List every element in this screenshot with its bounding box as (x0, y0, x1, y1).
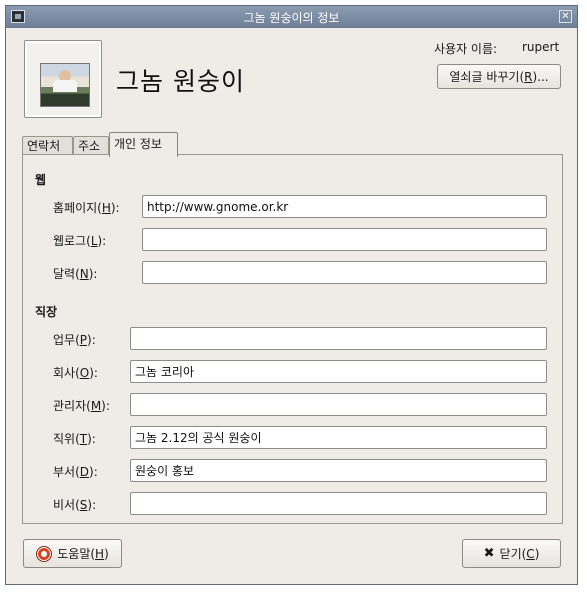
username-label: 사용자 이름: (434, 42, 498, 56)
change-password-button[interactable]: 열쇠글 바꾸기(R)... (437, 64, 561, 89)
titlebar: 그놈 원숭이의 정보 ✕ (6, 6, 577, 28)
calendar-label: 달력(N): (53, 267, 98, 281)
close-button[interactable]: ✖ 닫기(C) (462, 539, 561, 568)
manager-input[interactable] (130, 393, 547, 416)
username-value: rupert (522, 40, 560, 54)
close-button-label: 닫기(C) (499, 547, 540, 561)
photo-body (53, 80, 77, 92)
about-me-dialog: 그놈 원숭이의 정보 ✕ 그놈 원숭이 사용자 이름: rupert 열쇠글 바… (5, 5, 578, 585)
user-photo (40, 63, 90, 107)
department-label: 부서(D): (53, 465, 98, 479)
weblog-input[interactable] (142, 228, 547, 251)
profession-label: 업무(P): (53, 333, 96, 347)
tab-contact[interactable]: 연락처 (22, 136, 73, 156)
assistant-input[interactable] (130, 492, 547, 515)
personal-info-panel: 웹 홈페이지(H): 웹로그(L): 달력(N): 직장 업무(P): 회사(O… (22, 154, 563, 524)
help-button-label: 도움말(H) (57, 547, 109, 561)
department-input[interactable] (130, 459, 547, 482)
assistant-label: 비서(S): (53, 498, 97, 512)
window-title: 그놈 원숭이의 정보 (243, 11, 340, 25)
company-label: 회사(O): (53, 366, 98, 380)
lifebuoy-icon (36, 545, 53, 562)
manager-label: 관리자(M): (53, 399, 110, 413)
full-name: 그놈 원숭이 (116, 67, 245, 96)
weblog-label: 웹로그(L): (53, 234, 107, 248)
web-section-title: 웹 (35, 173, 47, 187)
homepage-input[interactable] (142, 195, 547, 218)
profession-input[interactable] (130, 327, 547, 350)
help-button[interactable]: 도움말(H) (23, 539, 122, 568)
change-password-label: 열쇠글 바꾸기(R)... (449, 70, 549, 84)
company-input[interactable] (130, 360, 547, 383)
window-close-icon[interactable]: ✕ (559, 10, 572, 23)
tab-personal-info[interactable]: 개인 정보 (109, 132, 178, 157)
tab-address[interactable]: 주소 (73, 136, 109, 156)
title-label: 직위(T): (53, 432, 96, 446)
homepage-label: 홈페이지(H): (53, 201, 120, 215)
calendar-input[interactable] (142, 261, 547, 284)
title-input[interactable] (130, 426, 547, 449)
work-section-title: 직장 (35, 305, 58, 319)
photo-button[interactable] (24, 40, 102, 118)
x-icon: ✖ (483, 546, 495, 561)
